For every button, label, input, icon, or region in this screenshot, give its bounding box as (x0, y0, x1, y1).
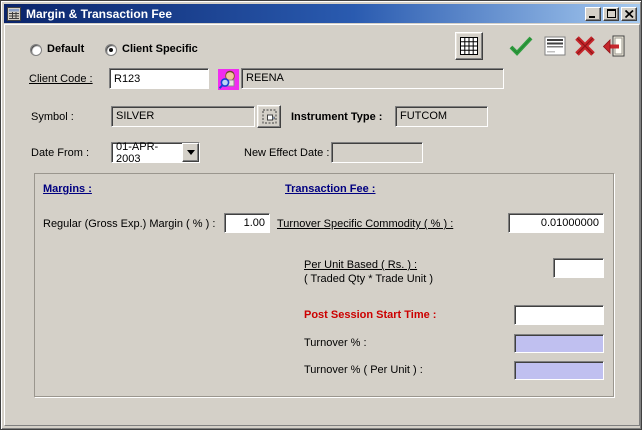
margin-transaction-fee-window: Margin & Transaction Fee Default Client … (0, 0, 642, 430)
window-title: Margin & Transaction Fee (26, 7, 172, 21)
date-from-value: 01-APR-2003 (112, 141, 182, 165)
turnover-pct-label: Turnover % : (304, 337, 367, 350)
regular-margin-label: Regular (Gross Exp.) Margin ( % ) : (43, 218, 215, 231)
close-icon (625, 10, 634, 18)
window-icon (7, 7, 21, 21)
date-from-dropdown-button[interactable] (182, 143, 199, 162)
exit-door-icon (603, 35, 626, 57)
document-lines-icon (544, 36, 566, 56)
radio-default[interactable] (30, 44, 42, 56)
symbol-label: Symbol : (31, 111, 74, 124)
delete-button[interactable] (573, 34, 597, 58)
per-unit-sublabel: ( Traded Qty * Trade Unit ) (304, 273, 433, 286)
new-effect-date-field (331, 142, 423, 163)
instrument-type-field: FUTCOM (395, 106, 488, 127)
symbol-lookup-button[interactable] (257, 105, 281, 128)
margins-header: Margins : (43, 183, 92, 196)
turnover-pct-field (514, 334, 604, 353)
transaction-fee-header: Transaction Fee : (285, 183, 375, 196)
instrument-type-label: Instrument Type : (291, 111, 382, 124)
minimize-button[interactable] (585, 7, 601, 21)
data-grid-icon (460, 37, 478, 55)
turnover-specific-label: Turnover Specific Commodity ( % ) : (277, 218, 453, 231)
radio-default-label: Default (47, 43, 84, 56)
new-effect-date-label: New Effect Date : (244, 147, 329, 160)
radio-client-specific[interactable] (105, 44, 117, 56)
maximize-button[interactable] (603, 7, 619, 21)
date-from-dropdown[interactable]: 01-APR-2003 (111, 142, 200, 163)
date-from-label: Date From : (31, 147, 89, 160)
per-unit-label: Per Unit Based ( Rs. ) : (304, 259, 417, 272)
turnover-pct-per-unit-label: Turnover % ( Per Unit ) : (304, 364, 423, 377)
symbol-field: SILVER (111, 106, 255, 127)
report-button[interactable] (543, 35, 567, 57)
maximize-icon (607, 9, 616, 18)
dashed-lookup-box-icon (262, 109, 277, 124)
regular-margin-input[interactable] (224, 213, 270, 233)
titlebar[interactable]: Margin & Transaction Fee (4, 4, 640, 23)
confirm-button[interactable] (509, 35, 533, 57)
close-button[interactable] (621, 7, 637, 21)
turnover-pct-per-unit-field (514, 361, 604, 380)
client-code-label: Client Code : (29, 73, 93, 86)
client-search-icon[interactable] (217, 68, 239, 90)
client-code-input[interactable] (109, 68, 209, 89)
post-session-input[interactable] (514, 305, 604, 325)
red-x-icon (574, 35, 596, 57)
chevron-down-icon (187, 150, 195, 155)
client-name-field: REENA (241, 68, 504, 89)
post-session-label: Post Session Start Time : (304, 309, 436, 322)
exit-button[interactable] (602, 34, 626, 58)
data-grid-button[interactable] (455, 32, 483, 60)
turnover-specific-input[interactable] (508, 213, 604, 233)
radio-client-specific-label: Client Specific (122, 43, 198, 56)
per-unit-input[interactable] (553, 258, 604, 278)
green-check-icon (509, 36, 533, 56)
minimize-icon (589, 10, 597, 18)
